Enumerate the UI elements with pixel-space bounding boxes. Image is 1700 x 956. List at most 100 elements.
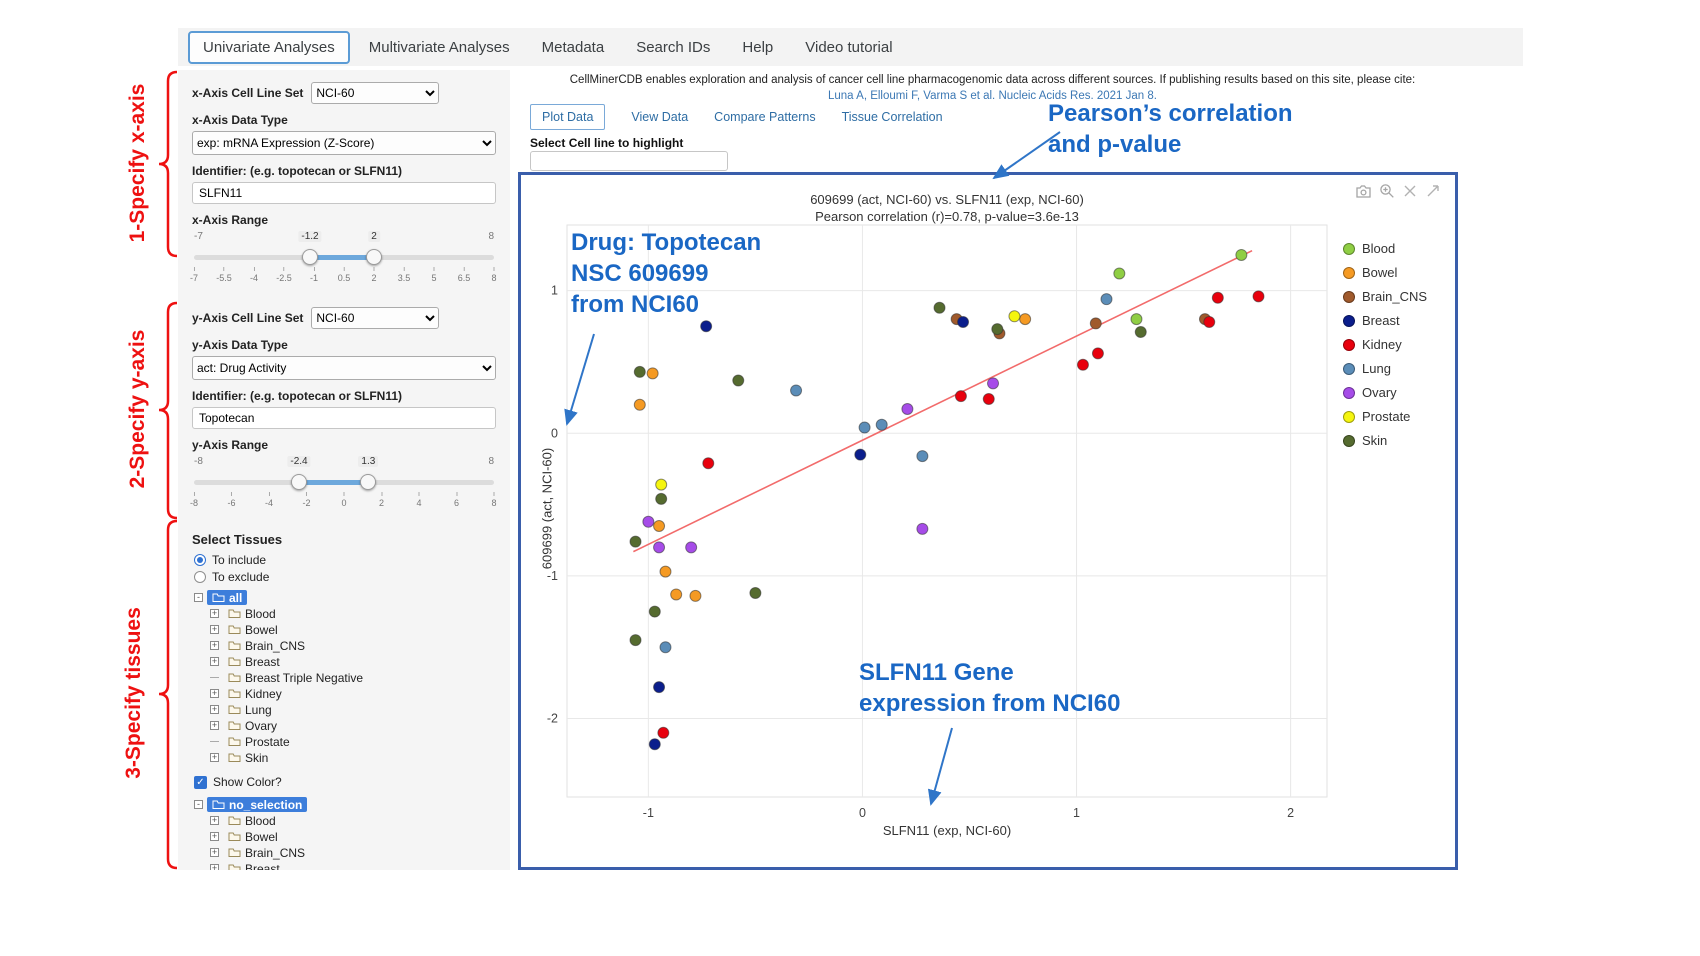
tree-item-label[interactable]: Ovary — [223, 718, 282, 733]
nav-tab-univariate[interactable]: Univariate Analyses — [188, 31, 350, 64]
expander-icon[interactable]: + — [210, 721, 219, 730]
slider-high-handle[interactable] — [366, 249, 382, 265]
data-point-ovary[interactable] — [654, 542, 665, 553]
tab-tissue-correlation[interactable]: Tissue Correlation — [842, 110, 943, 124]
tree-item-breast-triple-negative[interactable]: Breast Triple Negative — [194, 670, 496, 685]
tab-view-data[interactable]: View Data — [631, 110, 688, 124]
expander-icon[interactable]: + — [210, 625, 219, 634]
tree-item-lung[interactable]: + Lung — [194, 702, 496, 717]
tree-item-bowel[interactable]: +Bowel — [194, 829, 496, 844]
data-point-kidney[interactable] — [658, 727, 669, 738]
y-axis-range-slider[interactable]: -88-2.41.3-8-6-4-202468 — [194, 456, 494, 518]
data-point-kidney[interactable] — [1204, 316, 1215, 327]
data-point-lung[interactable] — [859, 422, 870, 433]
tree-item-label[interactable]: Bowel — [223, 622, 283, 637]
data-point-breast[interactable] — [701, 321, 712, 332]
legend-item-skin[interactable]: Skin — [1343, 433, 1427, 448]
data-point-prostate[interactable] — [1009, 311, 1020, 322]
tree-item-label[interactable]: Blood — [223, 606, 281, 621]
data-point-lung[interactable] — [917, 451, 928, 462]
legend-item-brain_cns[interactable]: Brain_CNS — [1343, 289, 1427, 304]
expander-icon[interactable]: + — [210, 832, 219, 841]
data-point-skin[interactable] — [634, 366, 645, 377]
data-point-blood[interactable] — [1236, 249, 1247, 260]
tree-item-breast[interactable]: + Breast — [194, 654, 496, 669]
data-point-breast[interactable] — [649, 739, 660, 750]
data-point-blood[interactable] — [1114, 268, 1125, 279]
data-point-bowel[interactable] — [690, 590, 701, 601]
tree-item-brain-cns[interactable]: +Brain_CNS — [194, 845, 496, 860]
data-point-blood[interactable] — [1131, 314, 1142, 325]
nav-tab-multivariate[interactable]: Multivariate Analyses — [356, 33, 523, 62]
tree-item-label[interactable]: Lung — [223, 702, 277, 717]
tree-item-label[interactable]: Brain_CNS — [223, 845, 310, 860]
data-point-skin[interactable] — [656, 493, 667, 504]
tree-item-brain-cns[interactable]: + Brain_CNS — [194, 638, 496, 653]
x-identifier-input[interactable] — [192, 182, 496, 204]
data-point-ovary[interactable] — [686, 542, 697, 553]
tree-item-label[interactable]: Skin — [223, 750, 273, 765]
tree-root[interactable]: no_selection — [207, 797, 307, 812]
expander-icon[interactable]: + — [210, 816, 219, 825]
data-point-brain_cns[interactable] — [1090, 318, 1101, 329]
tab-plot-data[interactable]: Plot Data — [530, 104, 605, 130]
expander-icon[interactable]: + — [210, 753, 219, 762]
tree-item-label[interactable]: Breast — [223, 654, 285, 669]
x-axis-range-slider[interactable]: -78-1.22-7-5.5-4-2.5-10.523.556.58 — [194, 231, 494, 293]
legend-item-breast[interactable]: Breast — [1343, 313, 1427, 328]
tree-item-blood[interactable]: +Blood — [194, 606, 496, 621]
data-point-lung[interactable] — [660, 642, 671, 653]
tree-item-label[interactable]: Brain_CNS — [223, 638, 310, 653]
tree-item-bowel[interactable]: + Bowel — [194, 622, 496, 637]
expander-icon[interactable]: - — [194, 800, 203, 809]
tree-item-label[interactable]: Blood — [223, 813, 281, 828]
legend-item-prostate[interactable]: Prostate — [1343, 409, 1427, 424]
data-point-breast[interactable] — [855, 449, 866, 460]
data-point-bowel[interactable] — [654, 520, 665, 531]
data-point-skin[interactable] — [733, 375, 744, 386]
data-point-lung[interactable] — [876, 419, 887, 430]
expander-icon[interactable]: + — [210, 689, 219, 698]
expander-icon[interactable]: + — [210, 705, 219, 714]
legend-item-bowel[interactable]: Bowel — [1343, 265, 1427, 280]
data-point-lung[interactable] — [791, 385, 802, 396]
data-point-skin[interactable] — [1135, 326, 1146, 337]
data-point-kidney[interactable] — [955, 391, 966, 402]
x-cell-line-set-select[interactable]: NCI-60 — [311, 82, 439, 104]
data-point-kidney[interactable] — [1077, 359, 1088, 370]
tree-item-prostate[interactable]: Prostate — [194, 734, 496, 749]
data-point-ovary[interactable] — [988, 378, 999, 389]
legend-item-ovary[interactable]: Ovary — [1343, 385, 1427, 400]
y-cell-line-set-select[interactable]: NCI-60 — [311, 307, 439, 329]
tree-item-blood[interactable]: + Blood — [194, 813, 496, 828]
slider-low-handle[interactable] — [302, 249, 318, 265]
data-point-bowel[interactable] — [647, 368, 658, 379]
data-point-kidney[interactable] — [1212, 292, 1223, 303]
data-point-kidney[interactable] — [703, 458, 714, 469]
highlight-cell-line-input[interactable] — [530, 151, 728, 171]
data-point-lung[interactable] — [1101, 294, 1112, 305]
data-point-bowel[interactable] — [671, 589, 682, 600]
slider-high-handle[interactable] — [360, 474, 376, 490]
nav-tab-help[interactable]: Help — [729, 33, 786, 62]
data-point-prostate[interactable] — [656, 479, 667, 490]
legend-item-kidney[interactable]: Kidney — [1343, 337, 1427, 352]
legend-item-lung[interactable]: Lung — [1343, 361, 1427, 376]
expander-icon[interactable]: + — [210, 864, 219, 870]
data-point-bowel[interactable] — [1020, 314, 1031, 325]
data-point-kidney[interactable] — [1092, 348, 1103, 359]
y-identifier-input[interactable] — [192, 407, 496, 429]
tree-item-ovary[interactable]: + Ovary — [194, 718, 496, 733]
tree-item-kidney[interactable]: +Kidney — [194, 686, 496, 701]
slider-low-handle[interactable] — [291, 474, 307, 490]
citation-link[interactable]: Luna A, Elloumi F, Varma S et al. Nuclei… — [525, 90, 1460, 102]
expander-icon[interactable]: + — [210, 657, 219, 666]
tree-item-skin[interactable]: + Skin — [194, 750, 496, 765]
data-point-ovary[interactable] — [917, 523, 928, 534]
data-point-kidney[interactable] — [983, 394, 994, 405]
data-point-bowel[interactable] — [634, 399, 645, 410]
x-data-type-select[interactable]: exp: mRNA Expression (Z-Score) — [192, 131, 496, 155]
expander-icon[interactable]: + — [210, 641, 219, 650]
tree-item-label[interactable]: Breast Triple Negative — [223, 670, 368, 685]
data-point-skin[interactable] — [630, 635, 641, 646]
